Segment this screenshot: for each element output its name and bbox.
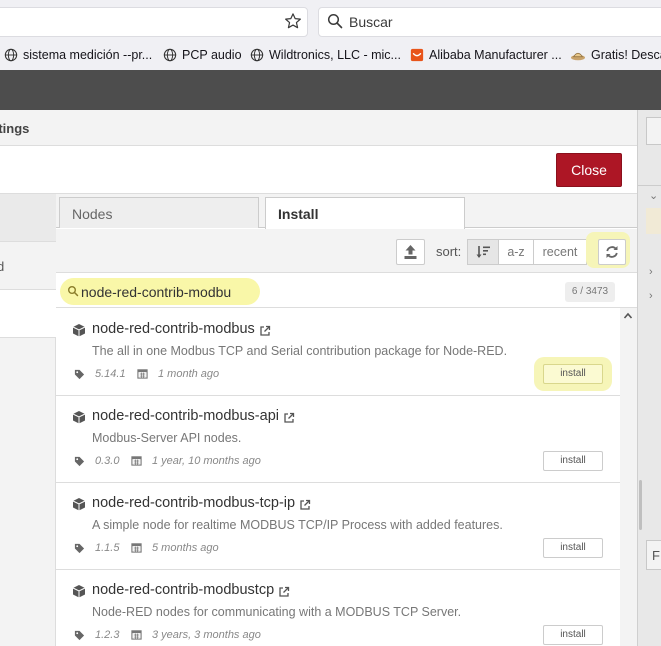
bookmark-item[interactable]: PCP audio [163, 48, 242, 62]
tag-icon [74, 369, 85, 380]
calendar-icon [131, 456, 142, 466]
globe-icon [250, 48, 264, 62]
install-button[interactable]: install [543, 364, 603, 384]
sidebar-tab-f[interactable]: F [646, 540, 661, 570]
module-results-list: node-red-contrib-modbus The all in one M… [56, 309, 620, 646]
sort-relevance-button[interactable] [467, 239, 499, 265]
node-red-header [0, 70, 661, 110]
install-button[interactable]: install [543, 451, 603, 471]
module-name: node-red-contrib-modbus-api [92, 408, 279, 424]
calendar-icon [131, 543, 142, 553]
bookmarks-toolbar: sistema medición --pr... PCP audio Wildt… [0, 43, 661, 69]
search-icon [327, 13, 343, 29]
globe-icon [4, 48, 18, 62]
sidebar-divider [638, 185, 661, 186]
globe-icon [163, 48, 177, 62]
user-settings-dialog: ttings Close d Nodes Install sort: a-z r… [0, 110, 637, 646]
sidebar-tab[interactable] [646, 117, 661, 145]
results-count-badge: 6 / 3473 [565, 282, 615, 302]
chevron-right-icon[interactable]: › [649, 290, 653, 302]
chevron-right-icon[interactable]: › [649, 266, 653, 278]
alibaba-icon [410, 48, 424, 62]
results-scrollbar[interactable] [620, 308, 637, 646]
settings-nav-item-palette[interactable] [0, 242, 56, 290]
settings-nav-item[interactable] [0, 194, 56, 242]
sidebar-scrollbar[interactable] [639, 480, 642, 530]
calendar-icon [131, 630, 142, 640]
bookmark-item[interactable]: Wildtronics, LLC - mic... [250, 48, 401, 62]
tag-icon [74, 456, 85, 467]
sort-button-group: a-z recent [467, 239, 587, 265]
cube-icon [72, 585, 86, 598]
bookmark-item[interactable]: Gratis! Descar [570, 48, 661, 62]
external-link-icon[interactable] [283, 412, 295, 424]
module-version: 0.3.0 [95, 455, 120, 467]
cube-icon [72, 498, 86, 511]
settings-nav-label: d [0, 259, 5, 274]
external-link-icon[interactable] [259, 325, 271, 337]
bookmark-label: PCP audio [182, 48, 242, 62]
settings-nav-item[interactable] [0, 290, 56, 338]
upload-module-button[interactable] [396, 239, 425, 265]
close-button[interactable]: Close [556, 153, 622, 187]
bookmark-label: sistema medición --pr... [23, 48, 153, 62]
list-item: node-red-contrib-modbus-tcp-ip A simple … [56, 483, 620, 570]
calendar-icon [137, 369, 148, 379]
cube-icon [72, 324, 86, 337]
chevron-down-icon[interactable]: ⌄ [649, 189, 658, 202]
coffee-icon [571, 52, 585, 61]
refresh-button[interactable] [598, 239, 626, 265]
sort-amount-icon [476, 246, 490, 258]
install-button[interactable]: install [543, 625, 603, 645]
tag-icon [74, 630, 85, 641]
external-link-icon[interactable] [299, 499, 311, 511]
module-name: node-red-contrib-modbus [92, 321, 255, 337]
module-version: 5.14.1 [95, 368, 126, 380]
bookmark-star-icon[interactable] [284, 12, 302, 30]
sort-recent-button[interactable]: recent [534, 239, 587, 265]
search-placeholder[interactable]: Buscar [349, 14, 393, 30]
module-updated: 5 months ago [152, 542, 219, 554]
list-item: node-red-contrib-modbus-api Modbus-Serve… [56, 396, 620, 483]
bookmark-item[interactable]: Alibaba Manufacturer ... [410, 48, 562, 62]
module-description: A simple node for realtime MODBUS TCP/IP… [92, 518, 503, 532]
tab-install[interactable]: Install [265, 197, 465, 229]
module-version: 1.2.3 [95, 629, 120, 641]
external-link-icon[interactable] [278, 586, 290, 598]
list-item: node-red-contrib-modbustcp Node-RED node… [56, 570, 620, 646]
tag-icon [74, 543, 85, 554]
module-name: node-red-contrib-modbus-tcp-ip [92, 495, 296, 511]
module-updated: 1 month ago [158, 368, 220, 380]
url-bar[interactable] [0, 7, 308, 37]
module-description: Node-RED nodes for communicating with a … [92, 605, 462, 619]
module-updated: 1 year, 10 months ago [152, 455, 261, 467]
sort-az-button[interactable]: a-z [499, 239, 534, 265]
module-name: node-red-contrib-modbustcp [92, 582, 275, 598]
filter-modules-input[interactable] [81, 282, 256, 302]
upload-icon [404, 245, 417, 259]
dialog-title: ttings [0, 121, 30, 136]
module-updated: 3 years, 3 months ago [152, 629, 261, 641]
cube-icon [72, 411, 86, 424]
sidebar-highlight-band [646, 208, 661, 234]
module-version: 1.1.5 [95, 542, 120, 554]
module-description: Modbus-Server API nodes. [92, 431, 242, 445]
chevron-up-icon[interactable] [623, 311, 633, 321]
bookmark-label: Alibaba Manufacturer ... [429, 48, 562, 62]
bookmark-label: Gratis! Descar [591, 48, 661, 62]
bookmark-label: Wildtronics, LLC - mic... [269, 48, 401, 62]
bookmark-item[interactable]: sistema medición --pr... [4, 48, 152, 62]
tab-nodes[interactable]: Nodes [59, 197, 259, 228]
refresh-icon [606, 246, 618, 258]
dialog-titlebar: ttings [0, 110, 637, 146]
sort-label: sort: [436, 244, 462, 259]
list-item: node-red-contrib-modbus The all in one M… [56, 309, 620, 396]
search-icon [68, 286, 79, 297]
install-button[interactable]: install [543, 538, 603, 558]
module-description: The all in one Modbus TCP and Serial con… [92, 344, 508, 358]
